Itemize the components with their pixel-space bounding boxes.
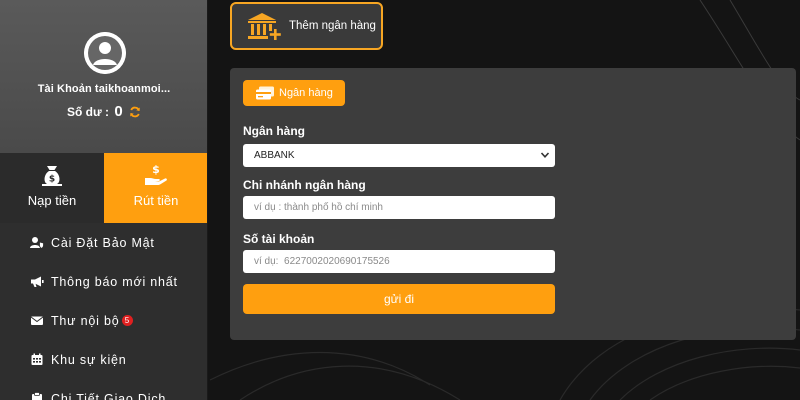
- sidebar-item-label: Chi Tiết Giao Dịch: [51, 391, 167, 400]
- bank-select-value: ABBANK: [254, 150, 295, 161]
- bank-form-panel: Ngân hàng Ngân hàng ABBANK Chi nhánh ngâ…: [230, 68, 796, 340]
- sidebar-item-transactions[interactable]: Chi Tiết Giao Dịch: [0, 379, 207, 400]
- sidebar-item-label: Cài Đặt Bảo Mật: [51, 235, 155, 250]
- svg-text:$: $: [49, 175, 55, 185]
- sidebar: Tài Khoản taikhoanmoi... Số dư : 0 $ Nạp…: [0, 0, 208, 400]
- withdraw-label: Rút tiền: [133, 193, 179, 208]
- profile-card: Tài Khoản taikhoanmoi... Số dư : 0: [0, 0, 207, 153]
- credit-card-icon: [256, 86, 274, 100]
- sidebar-item-label: Thông báo mới nhất: [51, 274, 178, 289]
- balance-value: 0: [114, 103, 123, 120]
- money-bag-icon: $: [42, 166, 62, 186]
- sidebar-item-notifications[interactable]: Thông báo mới nhất: [0, 262, 207, 301]
- hand-money-icon: $: [145, 163, 167, 185]
- add-bank-button[interactable]: Thêm ngân hàng: [230, 2, 383, 50]
- user-avatar-icon: [84, 32, 126, 74]
- bank-field-label: Ngân hàng: [243, 124, 305, 138]
- account-number-label: Số tài khoản: [243, 232, 315, 246]
- bank-add-icon: [248, 13, 281, 40]
- tab-bank[interactable]: Ngân hàng: [243, 80, 345, 106]
- sidebar-item-label: Thư nội bộ: [51, 313, 120, 328]
- account-name: Tài Khoản taikhoanmoi...: [37, 83, 171, 95]
- unread-badge: 5: [121, 315, 133, 326]
- tab-bank-label: Ngân hàng: [279, 87, 333, 99]
- submit-button[interactable]: gửi đi: [243, 284, 555, 314]
- wallet-actions: $ Nạp tiền $ Rút tiền: [0, 153, 207, 223]
- deposit-label: Nạp tiền: [27, 193, 77, 208]
- avatar[interactable]: [84, 32, 126, 74]
- sidebar-item-inbox[interactable]: Thư nội bộ 5: [0, 301, 207, 340]
- sidebar-menu: Cài Đặt Bảo Mật Thông báo mới nhất Thư n…: [0, 223, 207, 400]
- balance: Số dư : 0: [0, 103, 207, 120]
- bank-select[interactable]: ABBANK: [243, 144, 555, 167]
- refresh-icon[interactable]: [129, 106, 141, 118]
- balance-label: Số dư :: [66, 105, 109, 119]
- sidebar-item-events[interactable]: Khu sự kiện: [0, 340, 207, 379]
- withdraw-button[interactable]: $ Rút tiền: [104, 153, 207, 223]
- deposit-button[interactable]: $ Nạp tiền: [0, 153, 104, 223]
- envelope-icon: [30, 316, 44, 325]
- calendar-icon: [31, 353, 43, 365]
- sidebar-item-security[interactable]: Cài Đặt Bảo Mật: [0, 223, 207, 262]
- clipboard-icon: [32, 392, 42, 400]
- sidebar-item-label: Khu sự kiện: [51, 352, 127, 367]
- chevron-down-icon: [540, 152, 550, 158]
- branch-input[interactable]: [243, 196, 555, 219]
- user-shield-icon: [30, 237, 44, 249]
- add-bank-label: Thêm ngân hàng: [289, 20, 376, 32]
- svg-text:$: $: [152, 163, 160, 176]
- megaphone-icon: [31, 276, 44, 287]
- account-number-input[interactable]: [243, 250, 555, 273]
- branch-field-label: Chi nhánh ngân hàng: [243, 178, 366, 192]
